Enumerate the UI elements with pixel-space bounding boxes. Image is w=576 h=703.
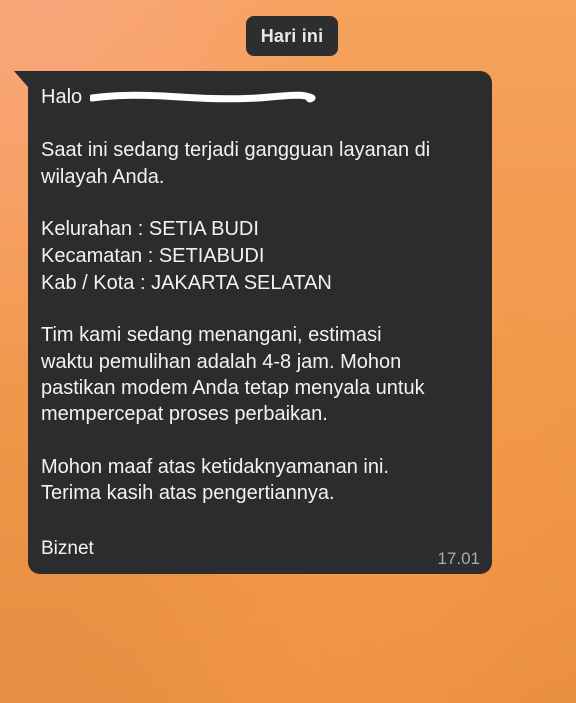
kelurahan-text: Kelurahan : SETIA BUDI bbox=[41, 218, 259, 240]
message-line-6: mempercepat proses perbaikan. bbox=[41, 403, 328, 425]
message-line-4: waktu pemulihan adalah 4-8 jam. Mohon bbox=[41, 351, 402, 373]
message-line-7: Mohon maaf atas ketidaknyamanan ini. bbox=[41, 456, 389, 478]
message-line-8: Terima kasih atas pengertiannya. bbox=[41, 482, 335, 504]
sender-name: Biznet bbox=[41, 538, 94, 559]
kecamatan-text: Kecamatan : SETIABUDI bbox=[41, 245, 265, 267]
bubble-tail bbox=[14, 71, 28, 87]
kota-text: Kab / Kota : JAKARTA SELATAN bbox=[41, 272, 332, 294]
message-line-1: Saat ini sedang terjadi gangguan layanan… bbox=[41, 139, 431, 161]
message-line-2: wilayah Anda. bbox=[41, 166, 165, 188]
greeting-text: Halo bbox=[41, 86, 83, 108]
message-timestamp: 17.01 bbox=[437, 549, 480, 568]
date-chip: Hari ini bbox=[246, 16, 338, 56]
redacted-name-mark bbox=[90, 91, 316, 103]
message-bubble[interactable]: Halo Saat ini sedang terjadi gangguan la… bbox=[14, 71, 492, 574]
message-line-3: Tim kami sedang menangani, estimasi bbox=[41, 324, 382, 346]
message-line-5: pastikan modem Anda tetap menyala untuk bbox=[41, 377, 425, 399]
